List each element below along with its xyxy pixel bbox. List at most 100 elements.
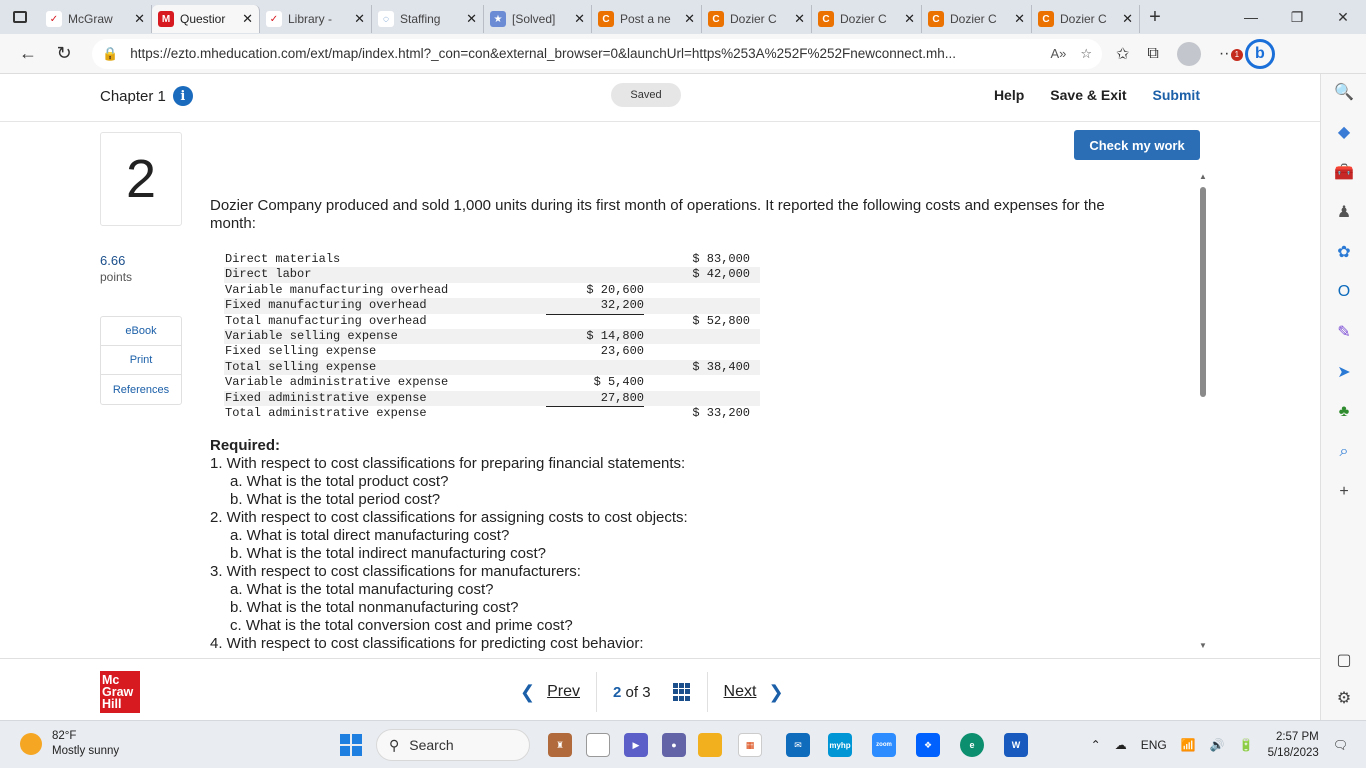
browser-tab[interactable]: ✓ Library - ✕ — [260, 5, 372, 33]
scroll-down-icon[interactable]: ▼ — [1199, 641, 1207, 650]
toolbox-icon[interactable]: 🧰 — [1332, 160, 1356, 184]
dropbox-icon[interactable]: ❖ — [916, 733, 940, 757]
back-button[interactable]: ← — [10, 36, 46, 72]
close-tab-icon[interactable]: ✕ — [1014, 11, 1025, 27]
references-button[interactable]: References — [101, 375, 181, 404]
browser-tab[interactable]: M Questior ✕ — [152, 5, 260, 33]
chat-icon[interactable]: ● — [662, 733, 686, 757]
browser-tab[interactable]: C Dozier C ✕ — [922, 5, 1032, 33]
edge-browser-icon[interactable]: e — [960, 733, 984, 757]
teams-icon[interactable]: ▶ — [624, 733, 648, 757]
battery-icon[interactable]: 🔋 — [1239, 738, 1254, 752]
clock[interactable]: 2:57 PM 5/18/2023 — [1268, 729, 1319, 761]
collections-icon[interactable]: ⧉ — [1147, 45, 1158, 63]
close-tab-icon[interactable]: ✕ — [466, 11, 477, 27]
notifications-icon[interactable]: 🗨 — [1333, 738, 1348, 752]
close-tab-icon[interactable]: ✕ — [794, 11, 805, 27]
read-aloud-icon[interactable]: A» — [1050, 46, 1066, 62]
tag-icon[interactable]: ◆ — [1332, 120, 1356, 144]
check-my-work-button[interactable]: Check my work — [1074, 130, 1200, 160]
divider — [706, 672, 708, 712]
send-icon[interactable]: ➤ — [1332, 360, 1356, 384]
drop-icon[interactable]: ✎ — [1332, 320, 1356, 344]
profile-avatar[interactable] — [1176, 41, 1201, 66]
table-row: Fixed administrative expense 27,800 — [224, 390, 760, 407]
close-tab-icon[interactable]: ✕ — [904, 11, 915, 27]
windows-start-icon[interactable] — [340, 734, 362, 756]
wifi-icon[interactable]: 📶 — [1181, 738, 1196, 752]
taskbar-search[interactable]: ⚲ Search — [376, 729, 530, 761]
sidebar-toggle-icon[interactable]: ▢ — [1332, 648, 1356, 672]
add-favorite-icon[interactable]: ☆ — [1080, 46, 1092, 62]
save-exit-button[interactable]: Save & Exit — [1050, 87, 1126, 103]
browser-tab[interactable]: ★ [Solved] ✕ — [484, 5, 592, 33]
weather-widget[interactable]: 82°F Mostly sunny — [20, 729, 119, 759]
required-item: 2. With respect to cost classifications … — [210, 509, 688, 526]
scroll-up-icon[interactable]: ▲ — [1199, 172, 1207, 181]
cloud-icon[interactable]: ☁ — [1115, 738, 1127, 752]
submit-button[interactable]: Submit — [1153, 87, 1200, 103]
menu-button[interactable]: ··· 1 — [1219, 45, 1243, 63]
browser-tab[interactable]: ✓ McGraw ✕ — [40, 5, 152, 33]
search-icon[interactable]: 🔍 — [1332, 80, 1356, 104]
browser-tab[interactable]: ◌ Staffing ✕ — [372, 5, 484, 33]
volume-icon[interactable]: 🔊 — [1210, 738, 1225, 752]
cost-total-value: $ 52,800 — [692, 313, 750, 328]
tab-actions-button[interactable] — [0, 0, 40, 34]
add-sidebar-icon[interactable]: + — [1332, 480, 1356, 504]
close-tab-icon[interactable]: ✕ — [354, 11, 365, 27]
close-tab-icon[interactable]: ✕ — [574, 11, 585, 27]
close-tab-icon[interactable]: ✕ — [1122, 11, 1133, 27]
window-controls: — ❐ ✕ — [1228, 0, 1366, 34]
bing-chat-icon[interactable]: b — [1244, 38, 1275, 69]
close-tab-icon[interactable]: ✕ — [684, 11, 695, 27]
browser-tab[interactable]: C Post a ne ✕ — [592, 5, 702, 33]
question-grid-icon[interactable] — [672, 683, 691, 701]
content-scrollbar[interactable]: ▲ ▼ — [1196, 172, 1210, 650]
cost-label: Total selling expense — [225, 359, 377, 374]
chegg-c-icon: C — [1038, 11, 1054, 27]
help-button[interactable]: Help — [994, 87, 1024, 103]
restore-icon[interactable]: ❐ — [1274, 0, 1320, 34]
url-field[interactable]: 🔒 https://ezto.mheducation.com/ext/map/i… — [92, 38, 1102, 69]
browser-tab[interactable]: C Dozier C ✕ — [1032, 5, 1140, 33]
settings-gear-icon[interactable]: ⚙ — [1332, 686, 1356, 710]
bing-search-icon[interactable]: ⌕ — [1332, 440, 1356, 464]
close-window-icon[interactable]: ✕ — [1320, 0, 1366, 34]
file-explorer-icon[interactable] — [698, 733, 722, 757]
close-tab-icon[interactable]: ✕ — [242, 11, 253, 27]
info-icon[interactable]: i — [172, 86, 193, 106]
favorites-icon[interactable]: ✩ — [1116, 44, 1129, 64]
chevron-up-icon[interactable]: ⌃ — [1091, 738, 1101, 752]
next-button[interactable]: Next ❯ — [724, 682, 784, 703]
cost-subtotal-value: $ 5,400 — [593, 375, 644, 390]
store-icon[interactable]: ▦ — [738, 733, 762, 757]
chapter-title: Chapter 1 i — [100, 86, 193, 106]
mail-icon[interactable]: ✉ — [786, 733, 810, 757]
points-number: 6.66 — [100, 253, 126, 268]
print-button[interactable]: Print — [101, 346, 181, 375]
minimize-icon[interactable]: — — [1228, 0, 1274, 34]
office-icon[interactable]: ✿ — [1332, 240, 1356, 264]
close-tab-icon[interactable]: ✕ — [134, 11, 145, 27]
chess-app-icon[interactable]: ♜ — [548, 733, 572, 757]
browser-tab[interactable]: C Dozier C ✕ — [812, 5, 922, 33]
desktop-icon[interactable] — [586, 733, 610, 757]
table-row: Total manufacturing overhead $ 52,800 — [224, 314, 760, 329]
zoom-icon[interactable]: zoom — [872, 733, 896, 757]
refresh-button[interactable]: ↻ — [46, 36, 82, 72]
myhp-icon[interactable]: myhp — [828, 733, 852, 757]
ebook-button[interactable]: eBook — [101, 317, 181, 346]
word-icon[interactable]: W — [1004, 733, 1028, 757]
outlook-icon[interactable]: O — [1332, 280, 1356, 304]
prev-button[interactable]: ❮ Prev — [520, 682, 580, 703]
language-indicator[interactable]: ENG — [1141, 738, 1167, 752]
games-icon[interactable]: ♟ — [1332, 200, 1356, 224]
tab-label: Dozier C — [1060, 12, 1107, 26]
required-title: Required: — [210, 437, 281, 454]
scroll-thumb[interactable] — [1200, 187, 1206, 397]
tree-icon[interactable]: ♣ — [1332, 400, 1356, 424]
required-item: a. What is the total manufacturing cost? — [230, 581, 494, 598]
new-tab-button[interactable]: + — [1140, 6, 1170, 29]
browser-tab[interactable]: C Dozier C ✕ — [702, 5, 812, 33]
